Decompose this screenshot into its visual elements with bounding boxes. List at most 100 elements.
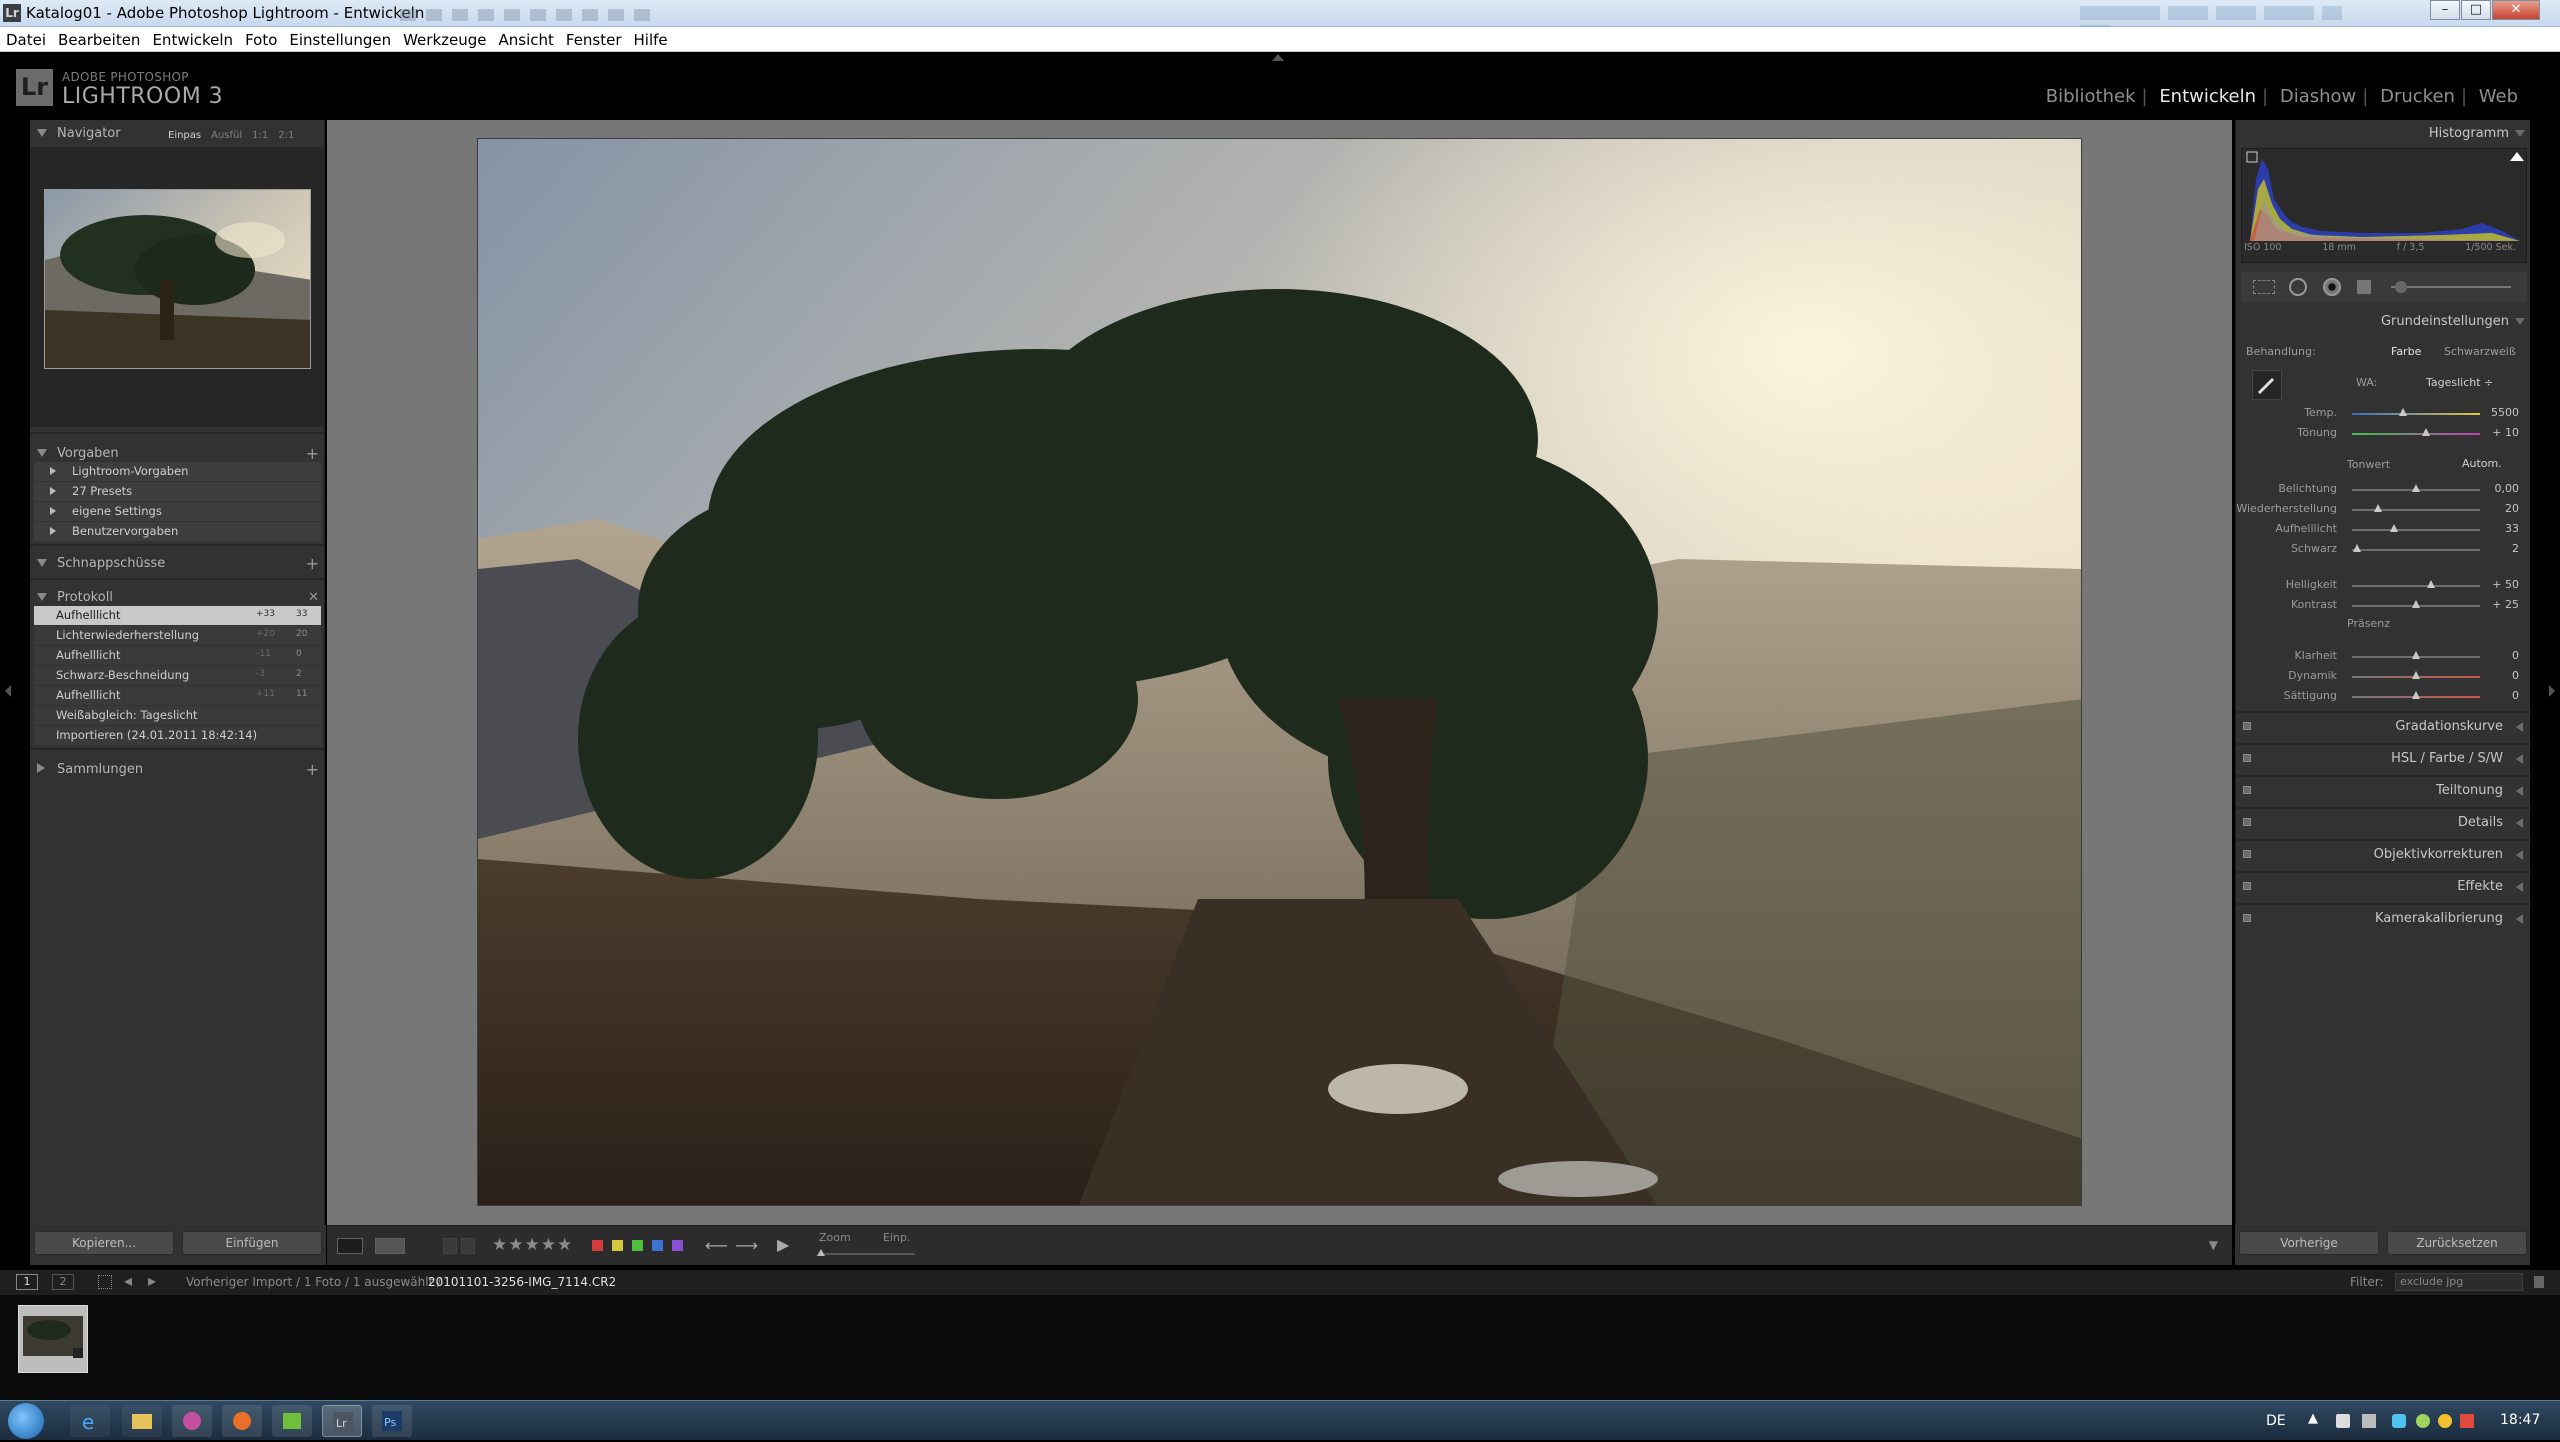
slider-value[interactable]: 0 [2512,689,2519,702]
module-drucken[interactable]: Drucken [2380,86,2455,107]
internet-explorer-icon[interactable]: e [70,1405,110,1437]
panel-switch-icon[interactable] [2243,722,2251,730]
module-diashow[interactable]: Diashow [2280,86,2356,107]
show-hidden-icons-icon[interactable]: ▲ [2308,1411,2318,1426]
slider-schwarz[interactable]: Schwarz 2 [2236,541,2531,558]
histogram-header[interactable]: Histogramm [2236,122,2531,146]
dropbox-icon[interactable] [2392,1414,2406,1428]
slider-value[interactable]: 0 [2512,649,2519,662]
history-step[interactable]: Lichterwiederherstellung +20 20 [34,626,321,645]
history-step[interactable]: Aufhelllicht +33 33 [34,606,321,625]
add-snapshot-icon[interactable]: + [306,554,319,573]
reset-button[interactable]: Zurücksetzen [2387,1231,2527,1255]
panel-switch-icon[interactable] [2243,818,2251,826]
panel-switch-icon[interactable] [2243,786,2251,794]
navigator-thumbnail[interactable] [44,189,311,369]
slider-track[interactable] [2352,433,2480,435]
clock[interactable]: 18:47 [2500,1412,2540,1428]
filmstrip-source-path[interactable]: Vorheriger Import / 1 Foto / 1 ausgewähl… [186,1275,441,1289]
section-details[interactable]: Details [2236,811,2531,835]
panel-switch-icon[interactable] [2243,850,2251,858]
before-after-icon[interactable] [375,1238,405,1254]
section-kamerakalibrierung[interactable]: Kamerakalibrierung [2236,907,2531,931]
panel-switch-icon[interactable] [2243,914,2251,922]
file-manager-icon[interactable] [272,1405,312,1437]
slider-thumb[interactable] [2412,600,2420,608]
right-panel-toggle-icon[interactable] [2549,685,2555,697]
zoom-slider-thumb[interactable] [816,1249,825,1256]
left-panel-toggle-icon[interactable] [5,685,11,697]
slider-belichtung[interactable]: Belichtung 0,00 [2236,481,2531,498]
tray-app-icon[interactable] [2416,1414,2430,1428]
brush-slider[interactable] [2391,286,2511,288]
auto-tone-button[interactable]: Autom. [2462,457,2502,470]
module-bibliothek[interactable]: Bibliothek [2046,86,2136,107]
loupe-view-icon[interactable] [337,1238,363,1254]
crop-tool-icon[interactable] [2253,280,2275,294]
color-label-green[interactable] [632,1240,643,1251]
adjustment-brush-icon[interactable] [2395,281,2407,293]
menu-datei[interactable]: Datei [0,27,52,51]
treatment-color[interactable]: Farbe [2391,345,2421,358]
close-button[interactable]: ✕ [2492,0,2540,20]
previous-photo-icon[interactable]: ⟵ [705,1236,728,1255]
slider-value[interactable]: 20 [2505,502,2519,515]
slider-value[interactable]: + 50 [2492,578,2519,591]
section-objektivkorrekturen[interactable]: Objektivkorrekturen [2236,843,2531,867]
slider-kontrast[interactable]: Kontrast + 25 [2236,597,2531,614]
slider-thumb[interactable] [2353,544,2362,552]
collections-header[interactable]: Sammlungen + [30,760,325,780]
history-step[interactable]: Schwarz-Beschneidung -3 2 [34,666,321,685]
zoom-fill[interactable]: Ausfül [211,130,242,141]
messenger-icon[interactable] [2438,1414,2452,1428]
slider-track[interactable] [2352,413,2480,415]
history-step[interactable]: Aufhelllicht +11 11 [34,686,321,705]
forward-arrow-icon[interactable]: ▸ [148,1271,156,1290]
slider-aufhelllicht[interactable]: Aufhelllicht 33 [2236,521,2531,538]
slider-thumb[interactable] [2412,484,2420,492]
wb-preset-select[interactable]: Tageslicht ÷ [2426,376,2493,389]
grid-view-icon[interactable] [98,1275,112,1289]
slider-track[interactable] [2352,529,2480,531]
slider-track[interactable] [2352,585,2480,587]
navigator-header[interactable]: Navigator Einpas Ausfül 1:1 2:1 [30,124,325,144]
slider-value[interactable]: 2 [2512,542,2519,555]
slider-thumb[interactable] [2427,580,2436,588]
panel-switch-icon[interactable] [2243,882,2251,890]
explorer-folder-icon[interactable] [122,1405,162,1437]
module-web[interactable]: Web [2479,86,2518,107]
zoom-fit[interactable]: Einpas [168,130,201,141]
previous-settings-button[interactable]: Vorherige [2239,1231,2379,1255]
window-2-button[interactable]: 2 [52,1274,74,1290]
presets-header[interactable]: Vorgaben + [30,444,325,464]
white-balance-picker-icon[interactable] [2252,370,2282,400]
slider-track[interactable] [2352,549,2480,551]
add-collection-icon[interactable]: + [306,760,319,779]
color-label-red[interactable] [592,1240,603,1251]
filmstrip-thumbnail[interactable] [18,1305,88,1373]
zoom-1-1[interactable]: 1:1 [252,130,268,141]
spot-removal-icon[interactable] [2289,278,2307,296]
maximize-button[interactable]: □ [2461,0,2491,20]
menu-entwickeln[interactable]: Entwickeln [146,27,239,51]
slider-dynamik[interactable]: Dynamik 0 [2236,668,2531,685]
slider-thumb[interactable] [2373,504,2382,512]
main-photo[interactable] [477,138,2082,1206]
slider-helligkeit[interactable]: Helligkeit + 50 [2236,577,2531,594]
section-teiltonung[interactable]: Teiltonung [2236,779,2531,803]
copy-settings-button[interactable]: Kopieren... [34,1231,174,1255]
zoom-2-1[interactable]: 2:1 [278,130,294,141]
filter-preset-select[interactable]: exclude jpg [2395,1273,2523,1291]
slider-wiederherstellung[interactable]: Wiederherstellung 20 [2236,501,2531,518]
play-slideshow-icon[interactable]: ▶ [777,1235,789,1254]
color-label-yellow[interactable] [612,1240,623,1251]
slider-track[interactable] [2352,509,2480,511]
slider-thumb[interactable] [2412,671,2420,679]
module-entwickeln[interactable]: Entwickeln [2159,86,2256,107]
menu-ansicht[interactable]: Ansicht [493,27,560,51]
history-step[interactable]: Importieren (24.01.2011 18:42:14) [34,726,321,745]
section-gradationskurve[interactable]: Gradationskurve [2236,715,2531,739]
slider-thumb[interactable] [2399,408,2408,416]
menu-foto[interactable]: Foto [239,27,283,51]
filmstrip-filename[interactable]: 20101101-3256-IMG_7114.CR2 [428,1275,616,1289]
